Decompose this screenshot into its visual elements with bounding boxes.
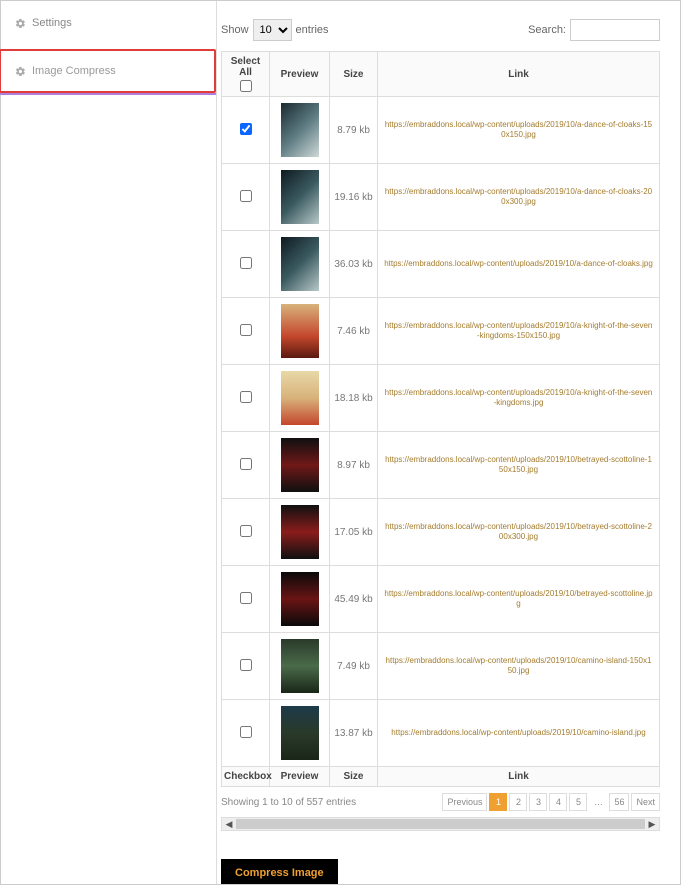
size-cell: 36.03 kb <box>330 231 378 298</box>
row-checkbox[interactable] <box>240 123 252 135</box>
thumbnail <box>281 505 319 559</box>
link-cell[interactable]: https://embraddons.local/wp-content/uplo… <box>378 633 660 700</box>
col-preview: Preview <box>270 52 330 97</box>
sidebar-item-label: Image Compress <box>32 65 116 77</box>
horizontal-scrollbar[interactable]: ◀ ▶ <box>221 817 660 831</box>
foot-checkbox: Checkbox <box>222 767 270 787</box>
images-table: Select All Preview Size Link 8.79 kbhttp… <box>221 51 660 787</box>
table-row: 17.05 kbhttps://embraddons.local/wp-cont… <box>222 499 660 566</box>
table-row: 19.16 kbhttps://embraddons.local/wp-cont… <box>222 164 660 231</box>
pager-ellipsis: … <box>589 793 607 811</box>
row-checkbox[interactable] <box>240 592 252 604</box>
thumbnail <box>281 237 319 291</box>
sidebar: Settings Image Compress <box>1 1 217 884</box>
link-cell[interactable]: https://embraddons.local/wp-content/uplo… <box>378 164 660 231</box>
foot-size: Size <box>330 767 378 787</box>
pager-page-5[interactable]: 5 <box>569 793 587 811</box>
size-cell: 45.49 kb <box>330 566 378 633</box>
link-cell[interactable]: https://embraddons.local/wp-content/uplo… <box>378 499 660 566</box>
pager-page-2[interactable]: 2 <box>509 793 527 811</box>
link-cell[interactable]: https://embraddons.local/wp-content/uplo… <box>378 231 660 298</box>
search-label: Search: <box>528 24 566 36</box>
pager: Previous12345…56Next <box>442 793 660 811</box>
thumbnail <box>281 103 319 157</box>
foot-link: Link <box>378 767 660 787</box>
thumbnail <box>281 371 319 425</box>
pager-page-4[interactable]: 4 <box>549 793 567 811</box>
row-checkbox[interactable] <box>240 659 252 671</box>
row-checkbox[interactable] <box>240 257 252 269</box>
link-cell[interactable]: https://embraddons.local/wp-content/uplo… <box>378 566 660 633</box>
row-checkbox[interactable] <box>240 190 252 202</box>
size-cell: 8.79 kb <box>330 97 378 164</box>
gear-icon <box>15 66 26 77</box>
thumbnail <box>281 438 319 492</box>
link-cell[interactable]: https://embraddons.local/wp-content/uplo… <box>378 365 660 432</box>
row-checkbox[interactable] <box>240 391 252 403</box>
row-checkbox[interactable] <box>240 458 252 470</box>
thumbnail <box>281 572 319 626</box>
size-cell: 7.46 kb <box>330 298 378 365</box>
show-label: Show <box>221 24 249 36</box>
thumbnail <box>281 170 319 224</box>
col-size: Size <box>330 52 378 97</box>
pager-page-1[interactable]: 1 <box>489 793 507 811</box>
row-checkbox[interactable] <box>240 525 252 537</box>
table-row: 45.49 kbhttps://embraddons.local/wp-cont… <box>222 566 660 633</box>
pager-page-3[interactable]: 3 <box>529 793 547 811</box>
scroll-track[interactable] <box>236 819 645 829</box>
link-cell[interactable]: https://embraddons.local/wp-content/uplo… <box>378 298 660 365</box>
size-cell: 18.18 kb <box>330 365 378 432</box>
table-row: 8.79 kbhttps://embraddons.local/wp-conte… <box>222 97 660 164</box>
gear-icon <box>15 18 26 29</box>
scroll-right-icon[interactable]: ▶ <box>645 819 659 830</box>
size-cell: 19.16 kb <box>330 164 378 231</box>
link-cell[interactable]: https://embraddons.local/wp-content/uplo… <box>378 432 660 499</box>
link-cell[interactable]: https://embraddons.local/wp-content/uplo… <box>378 97 660 164</box>
size-cell: 17.05 kb <box>330 499 378 566</box>
thumbnail <box>281 304 319 358</box>
table-row: 36.03 kbhttps://embraddons.local/wp-cont… <box>222 231 660 298</box>
search-input[interactable] <box>570 19 660 41</box>
col-select: Select All <box>222 52 270 97</box>
table-toolbar: Show 10 entries Search: <box>221 19 660 41</box>
scroll-left-icon[interactable]: ◀ <box>222 819 236 830</box>
compress-image-button[interactable]: Compress Image <box>221 859 338 884</box>
row-checkbox[interactable] <box>240 324 252 336</box>
pager-page-56[interactable]: 56 <box>609 793 629 811</box>
size-cell: 13.87 kb <box>330 700 378 767</box>
select-all-checkbox[interactable] <box>240 80 252 92</box>
thumbnail <box>281 706 319 760</box>
col-link: Link <box>378 52 660 97</box>
thumbnail <box>281 639 319 693</box>
entries-info: Showing 1 to 10 of 557 entries <box>221 797 356 808</box>
table-row: 7.49 kbhttps://embraddons.local/wp-conte… <box>222 633 660 700</box>
pager-prev[interactable]: Previous <box>442 793 487 811</box>
row-checkbox[interactable] <box>240 726 252 738</box>
sidebar-item-image-compress[interactable]: Image Compress <box>0 49 216 93</box>
entries-select[interactable]: 10 <box>253 19 292 41</box>
size-cell: 8.97 kb <box>330 432 378 499</box>
sidebar-item-settings[interactable]: Settings <box>1 11 216 35</box>
link-cell[interactable]: https://embraddons.local/wp-content/uplo… <box>378 700 660 767</box>
foot-preview: Preview <box>270 767 330 787</box>
main-panel: Show 10 entries Search: Select All <box>217 1 680 884</box>
table-row: 8.97 kbhttps://embraddons.local/wp-conte… <box>222 432 660 499</box>
entries-label: entries <box>296 24 329 36</box>
table-row: 7.46 kbhttps://embraddons.local/wp-conte… <box>222 298 660 365</box>
table-row: 18.18 kbhttps://embraddons.local/wp-cont… <box>222 365 660 432</box>
table-row: 13.87 kbhttps://embraddons.local/wp-cont… <box>222 700 660 767</box>
sidebar-item-label: Settings <box>32 17 72 29</box>
pager-next[interactable]: Next <box>631 793 660 811</box>
size-cell: 7.49 kb <box>330 633 378 700</box>
